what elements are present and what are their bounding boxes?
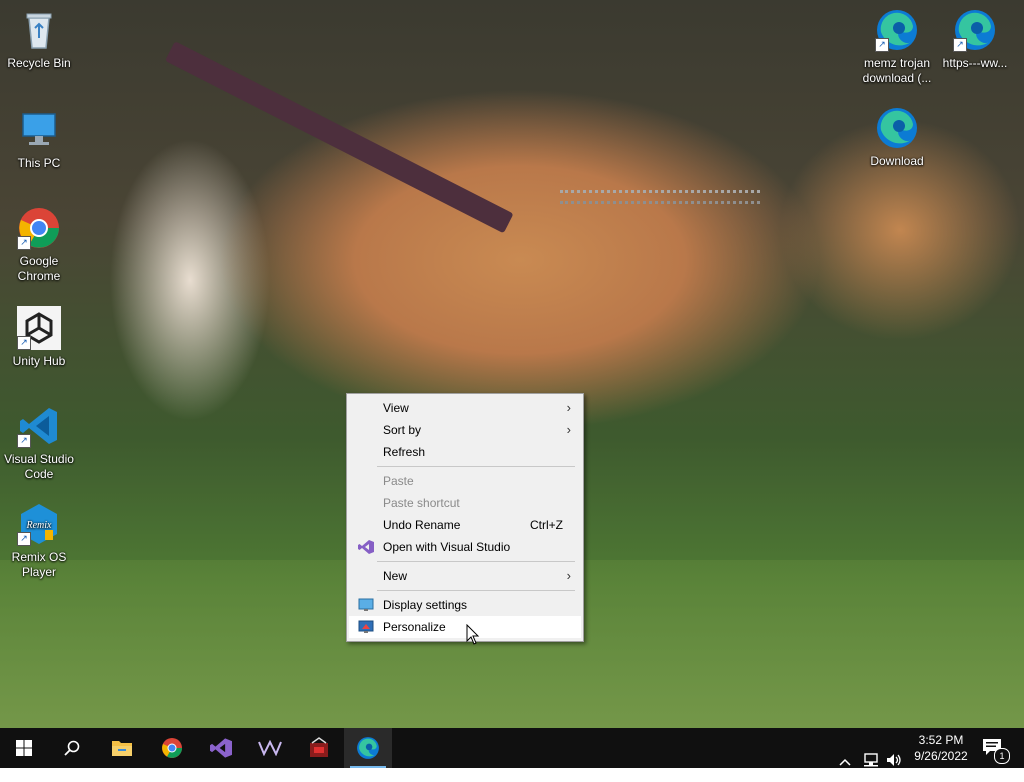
chevron-right-icon: › (566, 422, 571, 437)
menu-separator (377, 466, 575, 467)
taskbar-app-red[interactable] (295, 728, 343, 768)
unity-hub-label: Unity Hub (12, 354, 66, 368)
system-clock[interactable]: 3:52 PM 9/26/2022 (906, 732, 976, 764)
menu-item-new[interactable]: New › (349, 565, 581, 587)
menu-item-label: Paste shortcut (383, 496, 460, 510)
menu-item-paste-shortcut[interactable]: Paste shortcut (349, 492, 581, 514)
menu-item-personalize[interactable]: Personalize (349, 616, 581, 638)
red-app-icon (310, 737, 328, 757)
menu-item-label: Paste (383, 474, 414, 488)
menu-item-label: Undo Rename (383, 518, 461, 532)
menu-item-sort-by[interactable]: Sort by › (349, 419, 581, 441)
svg-text:Remix: Remix (26, 520, 53, 531)
menu-separator (377, 590, 575, 591)
chrome-label: Google Chrome (17, 254, 61, 283)
start-button[interactable] (0, 728, 48, 768)
shortcut-arrow-icon: ↗ (17, 434, 31, 448)
menu-item-label: Personalize (383, 620, 446, 634)
network-icon[interactable] (862, 740, 880, 780)
taskbar-unity-hub[interactable] (246, 728, 294, 768)
menu-item-label: Sort by (383, 423, 422, 437)
download-label: Download (870, 154, 924, 168)
desktop-icon-visual-studio-code[interactable]: ↗ Visual Studio Code (0, 404, 78, 482)
desktop-icon-unity-hub[interactable]: ↗ Unity Hub (0, 306, 78, 369)
display-settings-icon (358, 598, 374, 611)
shortcut-arrow-icon: ↗ (17, 532, 31, 546)
mouse-cursor-icon (466, 624, 480, 645)
personalize-icon (358, 620, 374, 633)
menu-separator (377, 561, 575, 562)
unity-hub-icon (258, 740, 282, 756)
menu-item-refresh[interactable]: Refresh (349, 441, 581, 463)
vscode-label: Visual Studio Code (4, 452, 74, 481)
chevron-up-icon[interactable] (838, 742, 852, 782)
taskbar-search-button[interactable] (48, 728, 96, 768)
volume-icon[interactable] (885, 740, 903, 780)
desktop-icon-https-link[interactable]: ↗ https---ww... (936, 8, 1014, 71)
visual-studio-icon (210, 738, 232, 758)
taskbar-visual-studio[interactable] (197, 728, 245, 768)
remix-os-icon: Remix ↗ (17, 502, 61, 546)
edge-icon (875, 106, 919, 150)
chevron-right-icon: › (566, 568, 571, 583)
desktop-icon-google-chrome[interactable]: ↗ Google Chrome (0, 206, 78, 284)
edge-icon: ↗ (953, 8, 997, 52)
wallpaper-leash (165, 41, 514, 234)
shortcut-arrow-icon: ↗ (875, 38, 889, 52)
vscode-icon: ↗ (17, 404, 61, 448)
desktop-icon-recycle-bin[interactable]: Recycle Bin (0, 8, 78, 71)
edge-icon: ↗ (875, 8, 919, 52)
clock-date: 9/26/2022 (914, 749, 968, 763)
monitor-icon (17, 108, 61, 152)
notification-count-badge: 1 (994, 748, 1010, 764)
this-pc-label: This PC (17, 156, 61, 170)
menu-item-label: New (383, 569, 408, 583)
menu-item-open-with-visual-studio[interactable]: Open with Visual Studio (349, 536, 581, 558)
windows-logo-icon (16, 740, 32, 756)
shortcut-arrow-icon: ↗ (17, 336, 31, 350)
action-center-button[interactable]: 1 (972, 728, 1016, 768)
desktop-context-menu: View › Sort by › Refresh Paste Paste sho… (346, 393, 584, 642)
clock-time: 3:52 PM (918, 733, 964, 747)
chevron-right-icon: › (566, 400, 571, 415)
taskbar-file-explorer[interactable] (98, 728, 146, 768)
menu-item-undo-rename[interactable]: Undo Rename Ctrl+Z (349, 514, 581, 536)
taskbar-microsoft-edge[interactable] (344, 728, 392, 768)
wallpaper-chain (560, 190, 760, 204)
recycle-bin-icon (17, 8, 61, 52)
shortcut-arrow-icon: ↗ (953, 38, 967, 52)
menu-item-label: View (383, 401, 409, 415)
taskbar-google-chrome[interactable] (148, 728, 196, 768)
menu-item-paste[interactable]: Paste (349, 470, 581, 492)
menu-item-label: Refresh (383, 445, 426, 459)
menu-item-display-settings[interactable]: Display settings (349, 594, 581, 616)
taskbar: 3:52 PM 9/26/2022 1 (0, 728, 1024, 768)
edge-icon (357, 737, 379, 759)
remix-os-label: Remix OS Player (11, 550, 67, 579)
desktop-icon-this-pc[interactable]: This PC (0, 108, 78, 171)
chrome-icon (162, 738, 182, 758)
folder-icon (112, 741, 132, 756)
menu-item-label: Display settings (383, 598, 468, 612)
https-label: https---ww... (942, 56, 1008, 70)
search-icon (64, 740, 80, 756)
desktop-icon-download[interactable]: Download (858, 106, 936, 169)
memz-label: memz trojan download (... (862, 56, 932, 85)
keyboard-shortcut: Ctrl+Z (530, 518, 563, 532)
menu-item-label: Open with Visual Studio (383, 540, 511, 554)
desktop-icon-memz-trojan-download[interactable]: ↗ memz trojan download (... (858, 8, 936, 86)
desktop-icon-remix-os-player[interactable]: Remix ↗ Remix OS Player (0, 502, 78, 580)
desktop[interactable]: Recycle Bin This PC ↗ Google Chrome ↗ Un… (0, 0, 1024, 728)
chrome-icon: ↗ (17, 206, 61, 250)
recycle-bin-label: Recycle Bin (7, 56, 71, 70)
visual-studio-icon (358, 540, 374, 554)
menu-item-view[interactable]: View › (349, 397, 581, 419)
shortcut-arrow-icon: ↗ (17, 236, 31, 250)
unity-hub-icon: ↗ (17, 306, 61, 350)
